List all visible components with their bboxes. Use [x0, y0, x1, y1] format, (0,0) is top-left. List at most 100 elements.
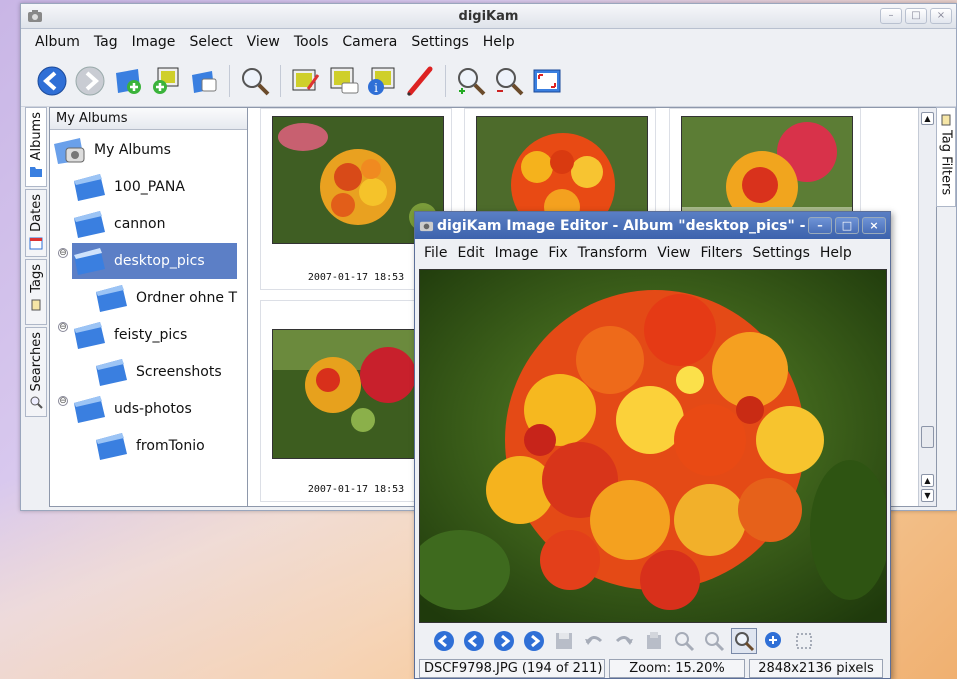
- scroll-thumb[interactable]: [921, 426, 934, 448]
- add-images-icon[interactable]: [149, 62, 183, 100]
- flower-photo: [420, 270, 886, 622]
- tree-node-my-albums[interactable]: My Albums: [52, 132, 171, 168]
- album-folder-icon: [74, 211, 105, 238]
- minimize-button[interactable]: –: [880, 8, 902, 24]
- editor-canvas[interactable]: [419, 269, 887, 623]
- image-properties-icon[interactable]: i: [365, 62, 399, 100]
- zoom-in-icon[interactable]: [671, 628, 697, 654]
- tab-albums[interactable]: Albums: [25, 107, 47, 187]
- editor-menu-bar: File Edit Image Fix Transform View Filte…: [415, 239, 890, 266]
- minimize-button[interactable]: –: [808, 217, 832, 234]
- collapse-toggle[interactable]: ⊖: [58, 396, 68, 406]
- tree-node-feisty-pics[interactable]: feisty_pics: [72, 317, 187, 353]
- album-tree[interactable]: My Albums My Albums 100_PANA cannon ⊖ de…: [49, 107, 258, 507]
- first-image-icon[interactable]: [431, 628, 457, 654]
- fullscreen-icon[interactable]: [530, 62, 564, 100]
- menu-album[interactable]: Album: [29, 34, 86, 50]
- rotate-icon[interactable]: [761, 628, 787, 654]
- menu-tag[interactable]: Tag: [88, 34, 124, 50]
- tree-node-fromtonio[interactable]: fromTonio: [94, 428, 205, 464]
- zoom-in-icon[interactable]: [454, 62, 488, 100]
- maximize-button[interactable]: □: [905, 8, 927, 24]
- fit-to-window-icon[interactable]: [731, 628, 757, 654]
- menu-fix[interactable]: Fix: [543, 245, 572, 261]
- menu-transform[interactable]: Transform: [573, 245, 653, 261]
- menu-filters[interactable]: Filters: [696, 245, 748, 261]
- status-filename: DSCF9798.JPG (194 of 211): [419, 659, 605, 678]
- next-image-icon[interactable]: [491, 628, 517, 654]
- image-editor-window: digiKam Image Editor - Album "desktop_pi…: [414, 211, 891, 679]
- tab-dates[interactable]: Dates: [25, 189, 47, 257]
- maximize-button[interactable]: □: [835, 217, 859, 234]
- menu-help[interactable]: Help: [477, 34, 521, 50]
- save-icon[interactable]: [551, 628, 577, 654]
- menu-select[interactable]: Select: [183, 34, 238, 50]
- calendar-icon: [29, 237, 43, 250]
- tab-tags[interactable]: Tags: [25, 259, 47, 325]
- menu-help[interactable]: Help: [815, 245, 857, 261]
- back-icon[interactable]: [35, 62, 69, 100]
- window-title: digiKam: [458, 8, 519, 24]
- editor-title: digiKam Image Editor - Album "desktop_pi…: [437, 217, 806, 234]
- tag-icon: [941, 114, 951, 126]
- revert-icon[interactable]: [641, 628, 667, 654]
- new-album-icon[interactable]: [111, 62, 145, 100]
- undo-icon[interactable]: [581, 628, 607, 654]
- collapse-toggle[interactable]: ⊖: [58, 248, 68, 258]
- forward-icon[interactable]: [73, 62, 107, 100]
- close-button[interactable]: ×: [862, 217, 886, 234]
- crop-icon[interactable]: [791, 628, 817, 654]
- close-button[interactable]: ×: [930, 8, 952, 24]
- tab-tag-filters[interactable]: Tag Filters: [936, 107, 956, 207]
- last-image-icon[interactable]: [521, 628, 547, 654]
- zoom-out-icon[interactable]: [701, 628, 727, 654]
- status-zoom: Zoom: 15.20%: [609, 659, 745, 678]
- menu-file[interactable]: File: [419, 245, 452, 261]
- tree-node-uds-photos[interactable]: uds-photos: [72, 391, 192, 427]
- tree-header[interactable]: My Albums: [50, 108, 257, 130]
- album-folder-icon: [74, 396, 105, 423]
- album-folder-icon: [96, 285, 127, 312]
- menu-view[interactable]: View: [241, 34, 286, 50]
- tag-icon: [31, 299, 41, 311]
- scroll-down-button[interactable]: ▼: [921, 489, 934, 502]
- menu-image[interactable]: Image: [490, 245, 544, 261]
- image-comment-icon[interactable]: [327, 62, 361, 100]
- rotate-pen-icon[interactable]: [403, 62, 437, 100]
- main-toolbar: i: [21, 55, 956, 107]
- album-folder-icon: [74, 174, 105, 201]
- edit-image-icon[interactable]: [289, 62, 323, 100]
- collapse-toggle[interactable]: ⊖: [58, 322, 68, 332]
- menu-view[interactable]: View: [652, 245, 695, 261]
- menu-camera[interactable]: Camera: [336, 34, 403, 50]
- tab-searches[interactable]: Searches: [25, 327, 47, 417]
- app-icon: [419, 221, 434, 232]
- scroll-up-button[interactable]: ▲: [921, 112, 934, 125]
- menu-tools[interactable]: Tools: [288, 34, 335, 50]
- scroll-up-button[interactable]: ▲: [921, 474, 934, 487]
- editor-toolbar: [419, 625, 887, 657]
- menu-settings[interactable]: Settings: [747, 245, 814, 261]
- tree-node-ordner-ohne-t[interactable]: Ordner ohne T: [94, 280, 237, 316]
- svg-text:i: i: [374, 81, 378, 95]
- tree-node-desktop-pics[interactable]: desktop_pics: [72, 243, 237, 279]
- album-folder-icon: [74, 322, 105, 349]
- menu-edit[interactable]: Edit: [452, 245, 489, 261]
- redo-icon[interactable]: [611, 628, 637, 654]
- editor-title-bar[interactable]: digiKam Image Editor - Album "desktop_pi…: [415, 212, 890, 239]
- zoom-out-icon[interactable]: [492, 62, 526, 100]
- search-icon[interactable]: [238, 62, 272, 100]
- menu-bar: Album Tag Image Select View Tools Camera…: [21, 29, 956, 55]
- previous-image-icon[interactable]: [461, 628, 487, 654]
- tree-node-screenshots[interactable]: Screenshots: [94, 354, 222, 390]
- album-properties-icon[interactable]: [187, 62, 221, 100]
- toolbar-separator: [280, 64, 281, 97]
- title-bar[interactable]: digiKam – □ ×: [21, 4, 956, 29]
- editor-status-bar: DSCF9798.JPG (194 of 211) Zoom: 15.20% 2…: [419, 659, 887, 678]
- menu-image[interactable]: Image: [126, 34, 182, 50]
- thumbnail-scrollbar[interactable]: ▲ ▲ ▼: [918, 108, 936, 506]
- tree-node-100-pana[interactable]: 100_PANA: [72, 169, 185, 205]
- tree-node-cannon[interactable]: cannon: [72, 206, 165, 242]
- toolbar-separator: [229, 64, 230, 97]
- menu-settings[interactable]: Settings: [405, 34, 474, 50]
